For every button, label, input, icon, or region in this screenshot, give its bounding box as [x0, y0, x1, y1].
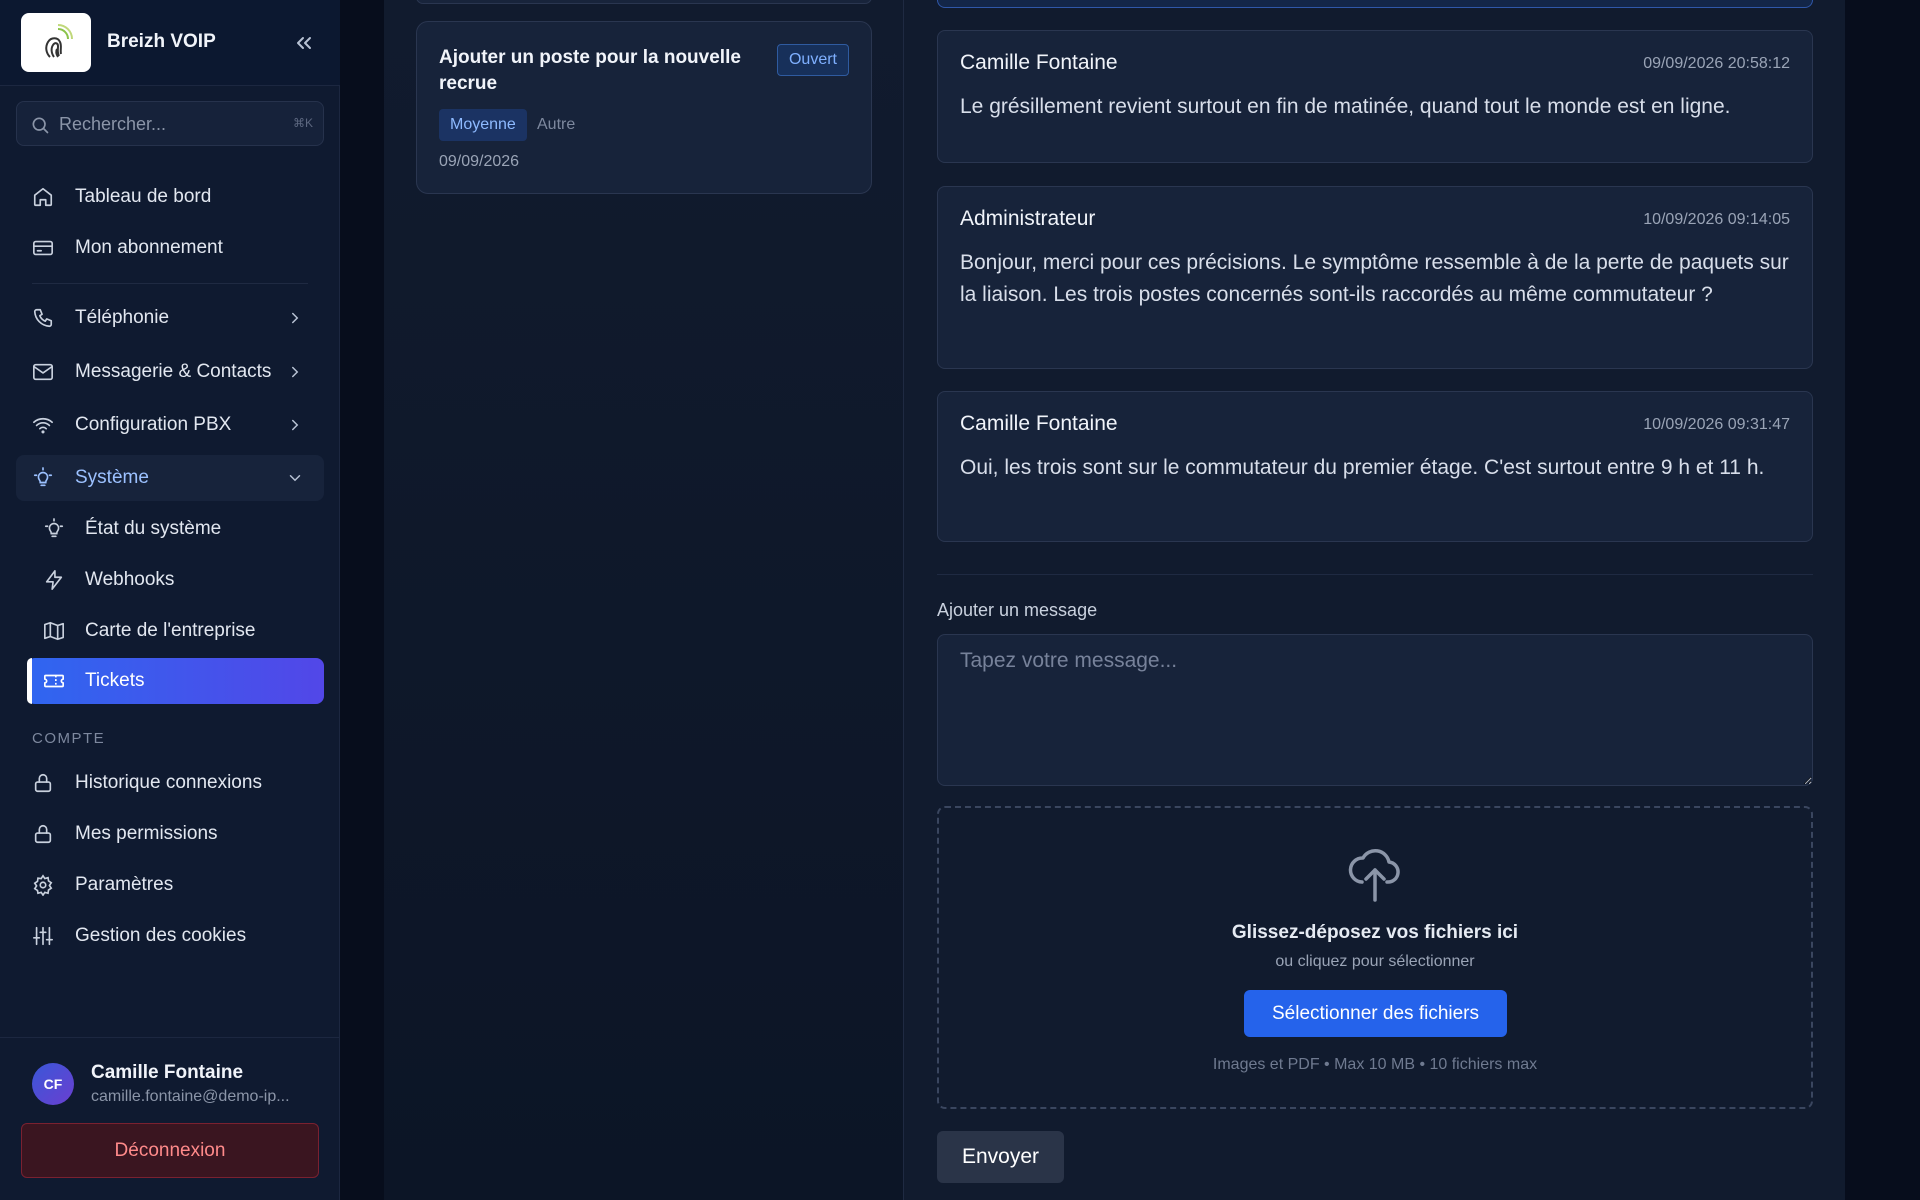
sidebar: Breizh VOIP ⌘K Tableau de bord Mon abonn…: [0, 0, 340, 1200]
brand-header: Breizh VOIP: [0, 0, 340, 86]
nav-webhooks[interactable]: Webhooks: [27, 557, 324, 603]
nav-webhooks-label: Webhooks: [85, 569, 175, 590]
credit-card-icon: [33, 240, 53, 256]
nav-tickets-label: Tickets: [85, 670, 145, 691]
brand-logo-icon[interactable]: [21, 13, 91, 72]
brand-name: Breizh VOIP: [107, 31, 216, 52]
nav-settings-label: Paramètres: [75, 874, 174, 895]
dropzone-subtitle: ou cliquez pour sélectionner: [1275, 953, 1475, 970]
nav-system-status-label: État du système: [85, 518, 222, 539]
message-body: Le grésillement revient surtout en fin d…: [960, 95, 1731, 118]
message-time: 09/09/2026 20:58:12: [1643, 55, 1790, 72]
nav-system-status[interactable]: État du système: [27, 506, 324, 552]
nav-cookies-label: Gestion des cookies: [75, 925, 247, 946]
ticket-icon: [44, 674, 64, 688]
ticket-card-partial[interactable]: [416, 0, 872, 4]
message-body: Oui, les trois sont sur le commutateur d…: [960, 456, 1765, 479]
lock-icon: [34, 773, 52, 793]
map-icon: [44, 621, 64, 641]
nav-messaging[interactable]: Messagerie & Contacts: [16, 349, 324, 395]
status-badge: Ouvert: [776, 44, 849, 76]
add-message-label: Ajouter un message: [937, 600, 1098, 620]
nav-settings[interactable]: Paramètres: [16, 862, 324, 908]
section-label-account: COMPTE: [32, 730, 106, 747]
chevron-right-icon: [292, 366, 299, 378]
select-files-button[interactable]: Sélectionner des fichiers: [1244, 990, 1507, 1037]
nav-subscription[interactable]: Mon abonnement: [16, 225, 324, 271]
message-author: Camille Fontaine: [960, 51, 1118, 74]
user-name: Camille Fontaine: [91, 1062, 244, 1083]
nav-divider: [32, 283, 308, 284]
dropzone-title: Glissez-déposez vos fichiers ici: [1231, 922, 1519, 943]
chevron-right-icon: [292, 419, 299, 431]
lightbulb-icon: [33, 467, 53, 487]
message-author: Administrateur: [960, 207, 1096, 230]
message-card: Administrateur 10/09/2026 09:14:05 Bonjo…: [937, 186, 1813, 369]
search-shortcut: ⌘K: [292, 116, 313, 130]
chevron-down-icon: [289, 475, 301, 482]
wifi-icon: [33, 417, 53, 434]
nav-telephony-label: Téléphonie: [75, 307, 170, 328]
message-time: 10/09/2026 09:31:47: [1643, 416, 1790, 433]
home-icon: [33, 187, 53, 207]
ticket-date: 09/09/2026: [439, 153, 520, 170]
message-input[interactable]: [937, 634, 1813, 786]
chevrons-left-icon: [297, 37, 311, 49]
ticket-title: Ajouter un poste pour la nouvelle recrue: [439, 47, 741, 94]
collapse-sidebar-button[interactable]: [290, 29, 318, 57]
message-time: 10/09/2026 09:14:05: [1643, 211, 1790, 228]
cloud-upload-icon: [1348, 849, 1400, 902]
nav-pbx[interactable]: Configuration PBX: [16, 402, 324, 448]
nav-telephony[interactable]: Téléphonie: [16, 295, 324, 341]
priority-badge: Moyenne: [439, 109, 527, 141]
send-button[interactable]: Envoyer: [937, 1131, 1064, 1183]
nav-permissions-label: Mes permissions: [75, 823, 218, 844]
nav-login-history[interactable]: Historique connexions: [16, 760, 324, 806]
category-label: Autre: [537, 116, 576, 133]
gear-icon: [33, 874, 53, 896]
avatar[interactable]: CF: [32, 1063, 74, 1105]
message-card: Camille Fontaine 09/09/2026 20:58:12 Le …: [937, 30, 1813, 163]
ticket-card[interactable]: Ajouter un poste pour la nouvelle recrue…: [416, 21, 872, 194]
mail-icon: [33, 363, 53, 381]
nav-company-map[interactable]: Carte de l'entreprise: [27, 608, 324, 654]
lightning-icon: [45, 570, 63, 590]
ticket-detail: Camille Fontaine 09/09/2026 20:58:12 Le …: [903, 0, 1845, 1200]
lightbulb-icon: [44, 518, 64, 538]
nav-cookies[interactable]: Gestion des cookies: [16, 913, 324, 959]
logout-button[interactable]: Déconnexion: [21, 1123, 319, 1178]
ticket-list: Ajouter un poste pour la nouvelle recrue…: [384, 0, 903, 1200]
nav-tickets[interactable]: Tickets: [27, 658, 324, 704]
nav-pbx-label: Configuration PBX: [75, 414, 232, 435]
chevron-right-icon: [292, 312, 299, 324]
nav-system-label: Système: [75, 467, 149, 488]
message-card: Camille Fontaine 10/09/2026 09:31:47 Oui…: [937, 391, 1813, 542]
ticket-header-partial: [937, 0, 1813, 8]
dropzone-hint: Images et PDF • Max 10 MB • 10 fichiers …: [1212, 1056, 1538, 1073]
nav-messaging-label: Messagerie & Contacts: [75, 361, 272, 382]
sliders-icon: [33, 926, 53, 946]
nav-dashboard-label: Tableau de bord: [75, 186, 212, 207]
nav-login-history-label: Historique connexions: [75, 772, 262, 793]
lock-icon: [34, 824, 52, 844]
phone-icon: [33, 308, 53, 328]
nav-subscription-label: Mon abonnement: [75, 237, 223, 258]
search-input[interactable]: [59, 110, 279, 138]
composer-divider: [937, 574, 1813, 575]
file-dropzone[interactable]: Glissez-déposez vos fichiers ici ou cliq…: [937, 806, 1813, 1109]
user-email: camille.fontaine@demo-ip...: [91, 1088, 290, 1105]
user-profile: CF Camille Fontaine camille.fontaine@dem…: [0, 1037, 340, 1200]
search-icon: [32, 117, 49, 134]
nav-dashboard[interactable]: Tableau de bord: [16, 174, 324, 220]
search-box: ⌘K: [16, 101, 324, 146]
message-author: Camille Fontaine: [960, 412, 1118, 435]
message-body: Bonjour, merci pour ces précisions. Le s…: [960, 251, 1789, 306]
nav-system[interactable]: Système: [16, 455, 324, 501]
nav-company-map-label: Carte de l'entreprise: [85, 620, 256, 641]
nav-permissions[interactable]: Mes permissions: [16, 811, 324, 857]
